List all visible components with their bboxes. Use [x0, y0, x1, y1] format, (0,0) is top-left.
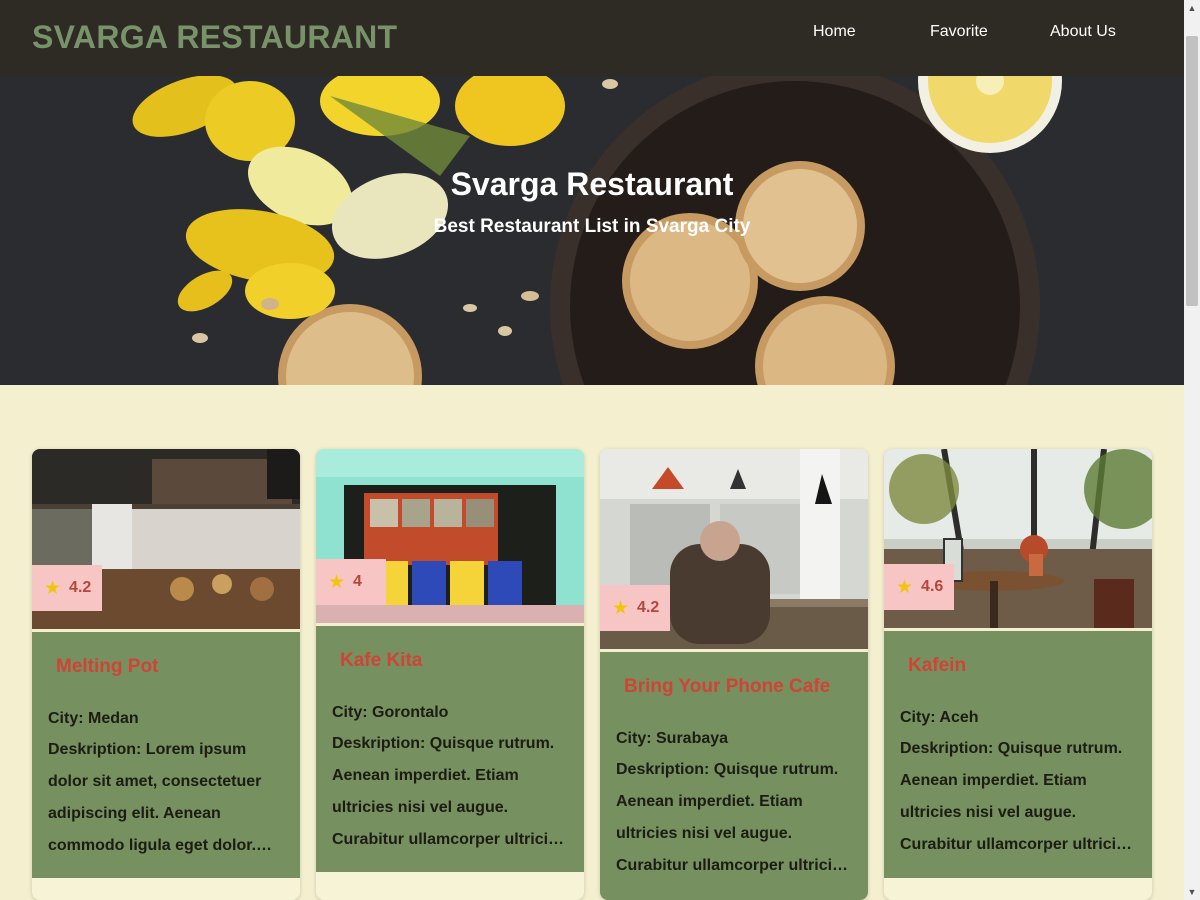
restaurant-description: Deskription: Quisque rutrum. Aenean impe…	[616, 754, 856, 882]
restaurant-name[interactable]: Kafe Kita	[340, 650, 422, 672]
restaurant-card[interactable]: ★ 4.6 Kafein City: Aceh Deskription: Qui…	[884, 449, 1152, 900]
nav-about-link[interactable]: About Us	[1050, 23, 1116, 41]
hero-banner: Svarga Restaurant Best Restaurant List i…	[0, 76, 1184, 385]
restaurant-description-text: Deskription: Quisque rutrum. Aenean impe…	[332, 735, 566, 848]
restaurant-city: City: Aceh	[900, 709, 979, 726]
hero-subtitle: Best Restaurant List in Svarga City	[433, 216, 751, 237]
rating-badge: ★ 4.2	[600, 585, 670, 631]
rating-badge: ★ 4.6	[884, 564, 954, 610]
rating-value: 4.2	[69, 579, 92, 596]
card-body: Kafein City: Aceh Deskription: Quisque r…	[884, 628, 1152, 878]
star-icon: ★	[328, 571, 346, 593]
vertical-scrollbar[interactable]: ▲ ▼	[1184, 0, 1200, 900]
restaurant-description-text: Deskription: Quisque rutrum. Aenean impe…	[616, 761, 850, 874]
rating-badge: ★ 4.2	[32, 565, 102, 611]
star-icon: ★	[896, 576, 914, 598]
card-body: Melting Pot City: Medan Deskription: Lor…	[32, 629, 300, 878]
restaurant-name[interactable]: Melting Pot	[56, 656, 158, 678]
restaurant-description-text: Deskription: Quisque rutrum. Aenean impe…	[900, 740, 1134, 853]
rating-value: 4.2	[637, 599, 660, 616]
star-icon: ★	[44, 577, 62, 599]
navbar: SVARGA RESTAURANT Home Favorite About Us	[0, 0, 1184, 76]
restaurant-card[interactable]: ★ 4.2 Melting Pot City: Medan Deskriptio…	[32, 449, 300, 900]
restaurant-city: City: Medan	[48, 710, 139, 727]
rating-badge: ★ 4	[316, 559, 386, 605]
rating-value: 4	[353, 573, 362, 590]
rating-value: 4.6	[921, 578, 944, 595]
restaurant-card[interactable]: ★ 4.2 Bring Your Phone Cafe City: Suraba…	[600, 449, 868, 900]
nav-favorite-link[interactable]: Favorite	[930, 23, 988, 41]
restaurant-card[interactable]: ★ 4 Kafe Kita City: Gorontalo Deskriptio…	[316, 449, 584, 900]
scrollbar-thumb[interactable]	[1186, 36, 1198, 306]
nav-home-link[interactable]: Home	[813, 23, 856, 41]
card-body: Bring Your Phone Cafe City: Surabaya Des…	[600, 649, 868, 900]
restaurant-description: Deskription: Lorem ipsum dolor sit amet,…	[48, 734, 288, 862]
card-body: Kafe Kita City: Gorontalo Deskription: Q…	[316, 623, 584, 872]
restaurant-description: Deskription: Quisque rutrum. Aenean impe…	[900, 733, 1140, 861]
restaurant-name[interactable]: Bring Your Phone Cafe	[624, 676, 830, 698]
restaurant-city: City: Surabaya	[616, 730, 729, 747]
main-nav: Home Favorite About Us	[0, 23, 1184, 43]
star-icon: ★	[612, 597, 630, 619]
restaurant-name[interactable]: Kafein	[908, 655, 966, 677]
scroll-down-arrow-icon[interactable]: ▼	[1184, 884, 1200, 900]
restaurant-city: City: Gorontalo	[332, 704, 449, 721]
hero-title: Svarga Restaurant	[450, 166, 734, 202]
scroll-up-arrow-icon[interactable]: ▲	[1184, 0, 1200, 16]
restaurant-description-text: Deskription: Lorem ipsum dolor sit amet,…	[48, 741, 262, 854]
restaurant-description: Deskription: Quisque rutrum. Aenean impe…	[332, 728, 572, 856]
